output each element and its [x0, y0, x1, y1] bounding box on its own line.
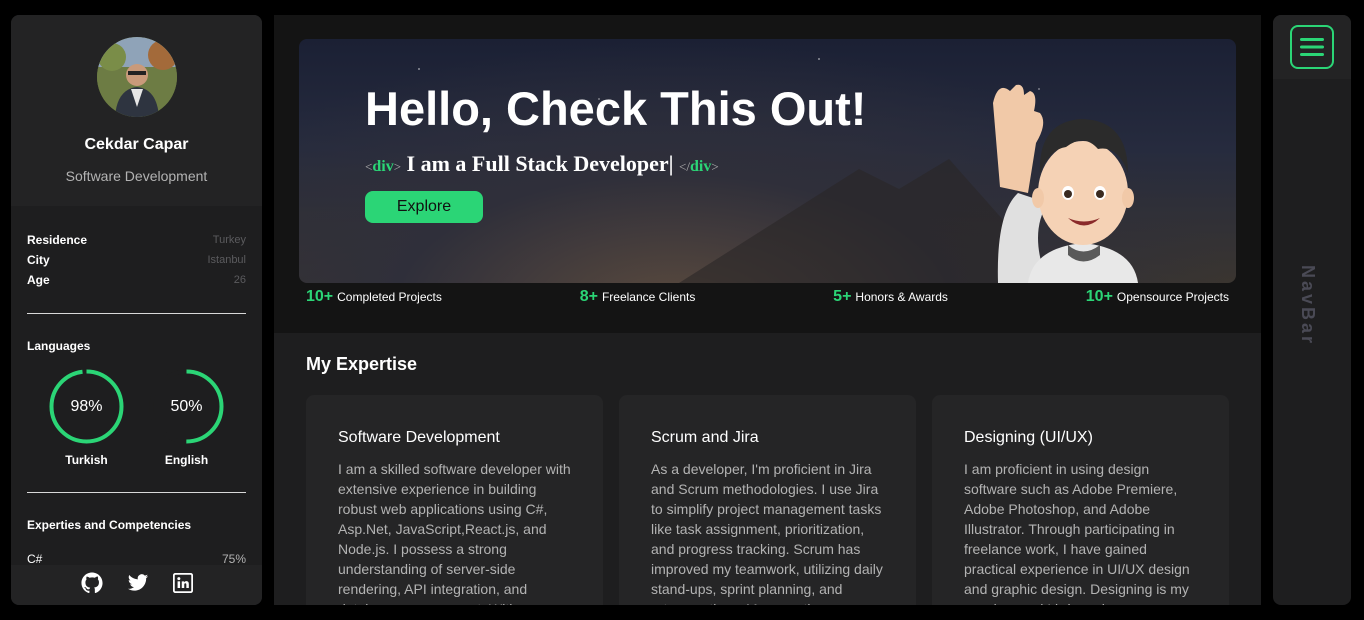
expertise-card: Software Development I am a skilled soft… [306, 395, 603, 605]
card-text: I am proficient in using design software… [964, 461, 1190, 605]
open-tag: <div> [365, 158, 402, 175]
expertise-title: My Expertise [306, 354, 418, 374]
stats-row: 10+ Completed Projects 8+ Freelance Client… [306, 288, 1229, 306]
navbar-header [1273, 15, 1351, 79]
card-text: I am a skilled software developer with e… [338, 461, 571, 605]
hamburger-icon [1300, 38, 1324, 56]
language-percent: 98% [70, 398, 103, 415]
expertise-card: Designing (UI/UX) I am proficient in usi… [932, 395, 1229, 605]
languages: 98% Turkish 50% English [11, 369, 262, 467]
right-navbar: NavBar [1273, 15, 1351, 605]
language-turkish: 98% Turkish [49, 369, 124, 467]
language-ring: 98% [49, 369, 124, 444]
skill-row: C# 75% [11, 552, 262, 566]
stat-opensource-projects: 10+ Opensource Projects [1085, 288, 1229, 305]
social-links [11, 565, 262, 605]
info-key: Age [27, 273, 50, 287]
navbar-label: NavBar [1298, 265, 1318, 347]
close-tag: </div> [679, 158, 719, 175]
card-title: Scrum and Jira [651, 429, 759, 446]
skill-name: C# [27, 552, 43, 566]
card-title: Software Development [338, 429, 500, 446]
info-value: Istanbul [207, 254, 246, 266]
divider [27, 492, 246, 493]
waving-memoji-icon [993, 84, 1138, 283]
card-text: As a developer, I'm proficient in Jira a… [651, 461, 883, 605]
hero-subtitle: <div> I am a Full Stack Developer| </div… [365, 151, 719, 177]
profile-sidebar: Cekdar Capar Software Development Reside… [11, 15, 262, 605]
stat-freelance-clients: 8+ Freelance Clients [579, 288, 696, 305]
main-content: Hello, Check This Out! <div> I am a Full… [274, 15, 1261, 605]
info-value: Turkey [212, 234, 246, 246]
info-key: Residence [27, 233, 88, 247]
language-name: Turkish [65, 453, 108, 467]
language-name: English [164, 453, 209, 467]
menu-button[interactable] [1290, 25, 1334, 69]
personal-info: Residence Turkey City Istanbul Age 26 [11, 206, 262, 290]
expertise-card: Scrum and Jira As a developer, I'm profi… [619, 395, 916, 605]
explore-button[interactable]: Explore [365, 191, 483, 223]
github-icon[interactable] [80, 571, 103, 599]
profile-header: Cekdar Capar Software Development [11, 15, 262, 206]
info-row-age: Age 26 [27, 270, 246, 290]
typing-text: I am a Full Stack Developer| [406, 151, 674, 176]
linkedin-icon[interactable] [172, 572, 193, 598]
info-value: 26 [233, 274, 246, 286]
hero-banner: Hello, Check This Out! <div> I am a Full… [299, 39, 1236, 283]
card-title: Designing (UI/UX) [964, 429, 1093, 446]
info-key: City [27, 253, 50, 267]
skills-title: Experties and Competencies [27, 518, 192, 532]
language-ring: 50% [149, 369, 224, 444]
skill-value: 75% [221, 552, 246, 566]
info-row-residence: Residence Turkey [27, 230, 246, 250]
twitter-icon[interactable] [127, 572, 149, 599]
language-english: 50% English [149, 369, 224, 467]
profile-role: Software Development [65, 168, 208, 184]
language-percent: 50% [170, 398, 203, 415]
avatar [96, 37, 177, 117]
profile-name: Cekdar Capar [84, 136, 189, 153]
stat-completed-projects: 10+ Completed Projects [306, 288, 442, 305]
hero-section: Hello, Check This Out! <div> I am a Full… [274, 15, 1261, 333]
divider [27, 313, 246, 314]
info-row-city: City Istanbul [27, 250, 246, 270]
expertise-cards: Software Development I am a skilled soft… [306, 395, 1229, 605]
languages-title: Languages [27, 339, 91, 353]
hero-title: Hello, Check This Out! [365, 82, 867, 135]
stat-honors-awards: 5+ Honors & Awards [833, 288, 948, 305]
